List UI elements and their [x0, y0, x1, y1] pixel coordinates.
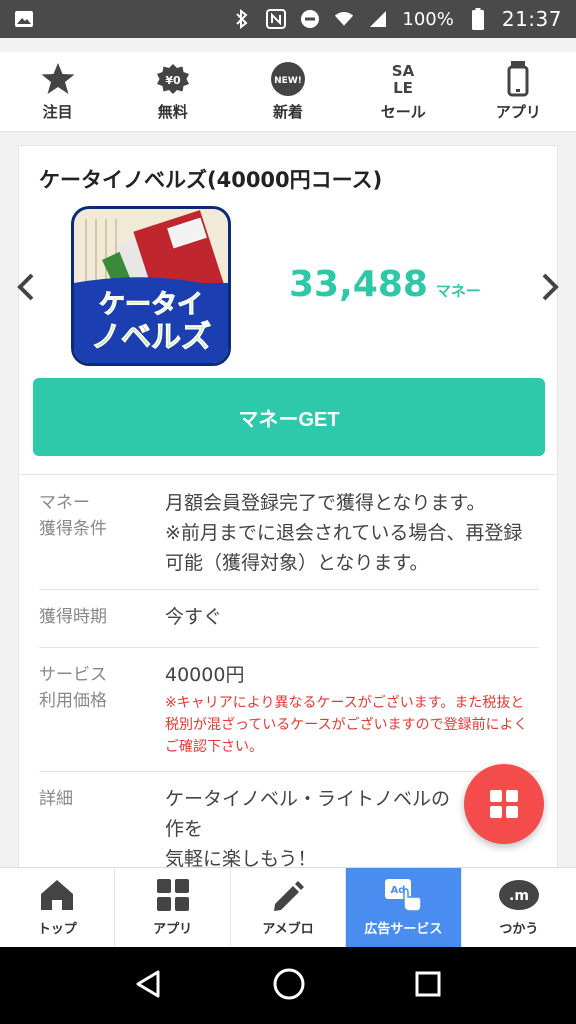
tab-top[interactable]: トップ [0, 868, 116, 947]
get-money-button[interactable]: マネーGET [33, 378, 545, 456]
tab-label: つかう [499, 922, 539, 937]
svg-text:SA: SA [392, 62, 415, 80]
ad-touch-icon: Ad [385, 879, 423, 912]
gallery-notification-icon [14, 9, 34, 29]
home-circle-icon[interactable] [272, 967, 306, 1005]
new-badge-icon: NEW! [270, 61, 306, 97]
app-icon-text: ノベルズ [91, 320, 211, 355]
tab-label: アメブロ [262, 922, 314, 937]
detail-key: 詳細 [39, 789, 73, 809]
reward-amount: 33,488 [289, 264, 428, 305]
nav-item-label: 無料 [157, 103, 188, 121]
nav-item-apps[interactable]: アプリ [461, 52, 576, 131]
battery-icon [468, 8, 488, 30]
nav-item-sale[interactable]: SA LE セール [346, 52, 461, 131]
nav-item-new[interactable]: NEW! 新着 [230, 52, 345, 131]
apps-grid-icon [156, 879, 189, 911]
detail-key: マネー 獲得条件 [39, 493, 107, 539]
back-icon[interactable] [134, 969, 164, 1003]
svg-text:¥0: ¥0 [165, 74, 181, 87]
signal-icon [368, 9, 388, 29]
nfc-icon [266, 9, 287, 29]
nav-item-label: アプリ [495, 103, 541, 121]
warning-note: ※キャリアにより異なるケースがございます。また税抜と税別が混ざっているケースがご… [165, 695, 528, 755]
detail-row-timing: 獲得時期 今すぐ [39, 590, 539, 648]
tab-ameblo[interactable]: アメブロ [231, 868, 347, 947]
detail-row-condition: マネー 獲得条件 月額会員登録完了で獲得となります。 ※前月までに退会されている… [39, 476, 539, 590]
detail-value: 月額会員登録完了で獲得となります。 ※前月までに退会されている場合、再登録可能（… [165, 492, 523, 574]
reward: 33,488 マネー [289, 264, 481, 305]
offer-title: ケータイノベルズ(40000円コース) [39, 168, 383, 192]
wifi-icon [334, 9, 354, 29]
nav-item-label: 新着 [273, 103, 304, 121]
svg-text:NEW!: NEW! [274, 76, 302, 86]
free-yen-badge-icon: ¥0 [155, 61, 191, 97]
tab-label: トップ [37, 922, 77, 937]
bottom-tab-bar: トップ アプリ アメブロ Ad 広告サービス .m つかう [0, 867, 576, 947]
do-not-disturb-icon [300, 9, 320, 29]
nav-item-label: 注目 [42, 103, 73, 121]
money-coin-icon: .m [498, 880, 539, 910]
pencil-icon [274, 881, 305, 911]
nav-item-featured[interactable]: 注目 [0, 52, 115, 131]
next-arrow-icon[interactable] [538, 272, 562, 302]
reward-unit: マネー [435, 282, 481, 300]
menu-fab-button[interactable] [464, 764, 544, 844]
previous-arrow-icon[interactable] [14, 272, 38, 302]
nav-item-label: セール [380, 103, 426, 121]
star-icon [40, 61, 76, 97]
detail-value: 40000円 [165, 664, 245, 686]
phone-app-icon [507, 61, 529, 97]
detail-value: 今すぐ [165, 606, 223, 628]
app-icon-text: ケータイ [99, 290, 203, 320]
divider [19, 474, 557, 475]
home-icon [41, 880, 74, 910]
grid-icon [490, 790, 518, 818]
tab-ad-service[interactable]: Ad 広告サービス [346, 868, 462, 947]
svg-text:Ad: Ad [391, 885, 406, 896]
detail-key: 獲得時期 [39, 607, 107, 627]
sale-icon: SA LE [385, 61, 421, 97]
status-bar: 100% 21:37 [0, 0, 576, 38]
tab-use-money[interactable]: .m つかう [462, 868, 576, 947]
tab-label: アプリ [153, 922, 193, 937]
app-icon[interactable]: ケータイ ノベルズ [71, 206, 231, 366]
tab-apps[interactable]: アプリ [115, 868, 231, 947]
category-nav: 注目 ¥0 無料 NEW! 新着 SA LE セール アプリ [0, 52, 576, 132]
bluetooth-icon [232, 9, 252, 29]
tab-label: 広告サービス [364, 922, 443, 937]
recents-icon[interactable] [414, 970, 442, 1002]
detail-key: サービス 利用価格 [39, 665, 107, 711]
svg-text:LE: LE [393, 79, 413, 97]
system-nav-bar [0, 947, 576, 1024]
detail-row-price: サービス 利用価格 40000円 ※キャリアにより異なるケースがございます。また… [39, 648, 539, 772]
battery-percent: 100% [402, 8, 454, 30]
detail-value-wrap: 40000円 ※キャリアにより異なるケースがございます。また税抜と税別が混ざって… [165, 660, 535, 758]
nav-item-free[interactable]: ¥0 無料 [115, 52, 230, 131]
clock: 21:37 [501, 7, 562, 31]
svg-text:.m: .m [509, 888, 529, 904]
